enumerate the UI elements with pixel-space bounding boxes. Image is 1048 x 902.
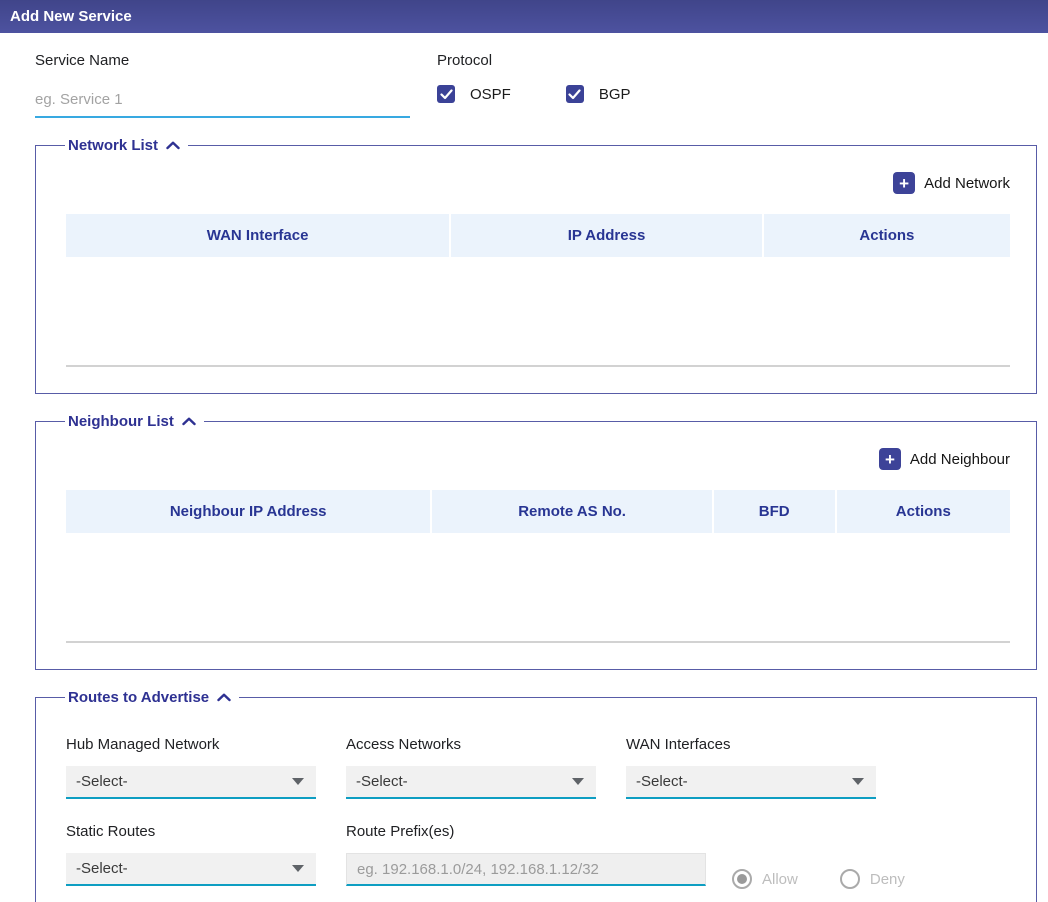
collapse-icon[interactable] (182, 417, 196, 426)
add-neighbour-button[interactable]: + Add Neighbour (879, 448, 1010, 470)
wan-interfaces-value: -Select- (636, 773, 688, 790)
hub-managed-network-value: -Select- (76, 773, 128, 790)
access-networks-field: Access Networks -Select- (346, 736, 596, 799)
ospf-checkbox-label: OSPF (470, 86, 511, 103)
wan-interfaces-field: WAN Interfaces -Select- (626, 736, 876, 799)
dialog-title: Add New Service (0, 0, 1048, 33)
collapse-icon[interactable] (166, 141, 180, 150)
routes-row-1: Hub Managed Network -Select- Access Netw… (66, 736, 1010, 799)
plus-icon: + (879, 448, 901, 470)
access-networks-value: -Select- (356, 773, 408, 790)
bgp-checkbox-label: BGP (599, 86, 631, 103)
routes-legend[interactable]: Routes to Advertise (65, 689, 239, 706)
wan-interfaces-select[interactable]: -Select- (626, 766, 876, 799)
column-header-actions: Actions (837, 490, 1010, 533)
neighbour-table-body-empty (66, 533, 1010, 643)
collapse-icon[interactable] (217, 693, 231, 702)
plus-icon: + (893, 172, 915, 194)
add-network-label: Add Network (924, 175, 1010, 192)
advertise-mode-radio-group: Allow Deny (732, 869, 905, 889)
route-prefixes-input[interactable] (346, 853, 706, 886)
network-add-row: + Add Network (66, 172, 1010, 194)
access-networks-label: Access Networks (346, 736, 596, 753)
neighbour-list-legend-text: Neighbour List (68, 413, 174, 430)
access-networks-select[interactable]: -Select- (346, 766, 596, 799)
ospf-checkbox[interactable] (437, 85, 455, 103)
bgp-option: BGP (566, 85, 631, 103)
check-icon (440, 89, 453, 100)
static-routes-field: Static Routes -Select- (66, 823, 316, 886)
network-list-legend[interactable]: Network List (65, 137, 188, 154)
hub-managed-network-label: Hub Managed Network (66, 736, 316, 753)
radio-icon (840, 869, 860, 889)
route-prefixes-field: Route Prefix(es) (346, 823, 706, 886)
static-routes-label: Static Routes (66, 823, 316, 840)
network-list-legend-text: Network List (68, 137, 158, 154)
protocol-field: Protocol OSPF BGP (437, 52, 631, 118)
top-form-row: Service Name Protocol OSPF (35, 52, 1037, 118)
deny-radio[interactable]: Deny (840, 869, 905, 889)
route-prefixes-label: Route Prefix(es) (346, 823, 706, 840)
column-header-wan-interface: WAN Interface (66, 214, 449, 257)
routes-to-advertise-section: Routes to Advertise Hub Managed Network … (35, 689, 1037, 902)
allow-radio[interactable]: Allow (732, 869, 798, 889)
chevron-down-icon (292, 778, 304, 785)
chevron-down-icon (852, 778, 864, 785)
network-list-section: Network List + Add Network WAN Interface… (35, 137, 1037, 394)
neighbour-add-row: + Add Neighbour (66, 448, 1010, 470)
neighbour-table: Neighbour IP Address Remote AS No. BFD A… (66, 490, 1010, 643)
allow-radio-label: Allow (762, 871, 798, 888)
protocol-label: Protocol (437, 52, 631, 69)
service-name-label: Service Name (35, 52, 410, 69)
neighbour-table-header: Neighbour IP Address Remote AS No. BFD A… (66, 490, 1010, 533)
bgp-checkbox[interactable] (566, 85, 584, 103)
wan-interfaces-label: WAN Interfaces (626, 736, 876, 753)
hub-managed-network-field: Hub Managed Network -Select- (66, 736, 316, 799)
network-table: WAN Interface IP Address Actions (66, 214, 1010, 367)
hub-managed-network-select[interactable]: -Select- (66, 766, 316, 799)
static-routes-select[interactable]: -Select- (66, 853, 316, 886)
protocol-options: OSPF BGP (437, 85, 631, 103)
routes-legend-text: Routes to Advertise (68, 689, 209, 706)
service-name-input[interactable] (35, 85, 410, 118)
column-header-actions: Actions (764, 214, 1010, 257)
static-routes-value: -Select- (76, 860, 128, 877)
dialog-body: Service Name Protocol OSPF (35, 52, 1037, 902)
column-header-bfd: BFD (714, 490, 835, 533)
column-header-neighbour-ip: Neighbour IP Address (66, 490, 430, 533)
network-table-header: WAN Interface IP Address Actions (66, 214, 1010, 257)
column-header-ip-address: IP Address (451, 214, 762, 257)
ospf-option: OSPF (437, 85, 511, 103)
network-table-body-empty (66, 257, 1010, 367)
neighbour-list-legend[interactable]: Neighbour List (65, 413, 204, 430)
chevron-down-icon (572, 778, 584, 785)
neighbour-list-section: Neighbour List + Add Neighbour Neighbour… (35, 413, 1037, 670)
chevron-down-icon (292, 865, 304, 872)
deny-radio-label: Deny (870, 871, 905, 888)
routes-row-2: Static Routes -Select- Route Prefix(es) … (66, 823, 1010, 889)
radio-icon (732, 869, 752, 889)
service-name-field: Service Name (35, 52, 410, 118)
column-header-remote-as: Remote AS No. (432, 490, 711, 533)
add-neighbour-label: Add Neighbour (910, 451, 1010, 468)
add-network-button[interactable]: + Add Network (893, 172, 1010, 194)
check-icon (568, 89, 581, 100)
